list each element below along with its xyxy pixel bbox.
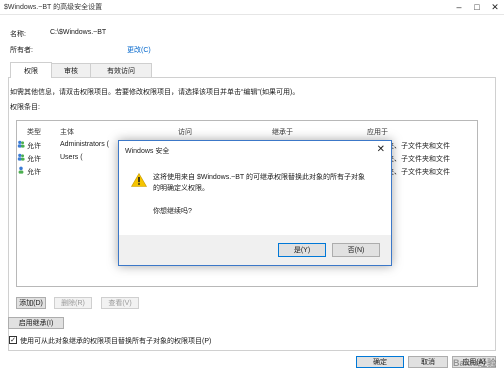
dialog-close-icon[interactable]: ✕ xyxy=(377,144,385,155)
row-principal: Administrators ( xyxy=(60,141,110,148)
tab-permissions[interactable]: 权限 xyxy=(10,62,52,78)
row-applies-to: 夹、子文件夹和文件 xyxy=(387,143,450,150)
enable-inheritance-button[interactable]: 启用继承(I) xyxy=(8,317,64,329)
close-icon[interactable]: ✕ xyxy=(486,0,504,14)
dialog-title: Windows 安全 xyxy=(125,148,170,155)
name-value: C:\$Windows.~BT xyxy=(50,29,107,36)
replace-permissions-label: 使用可从此对象继承的权限项目替换所有子对象的权限项目(P) xyxy=(20,338,212,345)
warning-icon xyxy=(131,173,147,187)
info-text: 如需其他信息，请双击权限项目。若要修改权限项目，请选择该项目并单击“编辑”(如果… xyxy=(10,89,300,96)
window-title: $Windows.~BT 的高级安全设置 xyxy=(4,4,103,11)
add-button[interactable]: 添加(D) xyxy=(16,297,46,309)
tab-effective-access[interactable]: 有效访问 xyxy=(90,63,152,77)
replace-permissions-checkbox[interactable]: ✓ xyxy=(9,336,17,344)
column-access[interactable]: 访问 xyxy=(178,127,192,137)
row-type: 允许 xyxy=(27,143,41,150)
dialog-question: 你想继续吗? xyxy=(153,208,192,215)
dialog-message-line1: 这将使用来自 $Windows.~BT 的可继承权限替换此对象的所有子对象 xyxy=(153,174,366,181)
window-titlebar: $Windows.~BT 的高级安全设置 – □ ✕ xyxy=(0,0,504,15)
no-button[interactable]: 否(N) xyxy=(332,243,380,257)
row-applies-to: 夹、子文件夹和文件 xyxy=(387,156,450,163)
tab-auditing[interactable]: 审核 xyxy=(50,63,92,77)
view-button[interactable]: 查看(V) xyxy=(101,297,139,309)
ok-button[interactable]: 确定 xyxy=(356,356,404,368)
dialog-footer: 是(Y) 否(N) xyxy=(119,235,391,265)
dialog-titlebar: Windows 安全 ✕ xyxy=(119,141,391,159)
minimize-icon[interactable]: – xyxy=(450,0,468,14)
owner-change-link[interactable]: 更改(C) xyxy=(127,45,151,55)
windows-security-dialog: Windows 安全 ✕ 这将使用来自 $Windows.~BT 的可继承权限替… xyxy=(118,140,392,266)
user-icon xyxy=(18,166,24,174)
row-type: 允许 xyxy=(27,169,41,176)
watermark: Baidu经验 xyxy=(452,358,496,368)
row-principal: Users ( xyxy=(60,154,83,161)
row-type: 允许 xyxy=(27,156,41,163)
user-group-icon xyxy=(17,153,25,161)
owner-label: 所有者: xyxy=(10,47,33,54)
row-applies-to: 夹、子文件夹和文件 xyxy=(387,169,450,176)
column-applies-to[interactable]: 应用于 xyxy=(367,127,388,137)
cancel-button[interactable]: 取消 xyxy=(408,356,448,368)
remove-button[interactable]: 删除(R) xyxy=(54,297,92,309)
column-principal[interactable]: 主体 xyxy=(60,127,74,137)
column-type[interactable]: 类型 xyxy=(27,127,41,137)
entries-label: 权限条目: xyxy=(10,104,40,111)
dialog-body: 这将使用来自 $Windows.~BT 的可继承权限替换此对象的所有子对象 的明… xyxy=(119,159,391,235)
user-group-icon xyxy=(17,140,25,148)
name-label: 名称: xyxy=(10,31,26,38)
dialog-message-line2: 的明确定义权限。 xyxy=(153,185,209,192)
column-inherited-from[interactable]: 继承于 xyxy=(272,127,293,137)
yes-button[interactable]: 是(Y) xyxy=(278,243,326,257)
maximize-icon[interactable]: □ xyxy=(468,0,486,14)
